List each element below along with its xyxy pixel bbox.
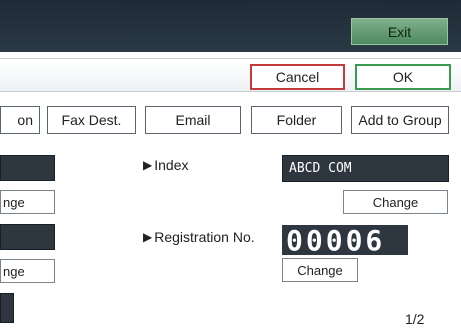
index-change-button[interactable]: Change — [343, 190, 448, 214]
arrow-right-icon: ▶ — [143, 230, 153, 244]
registration-number: 00006 — [282, 224, 408, 257]
index-label-group: ▶ Index — [143, 157, 188, 173]
cancel-button[interactable]: Cancel — [250, 64, 345, 90]
registration-label-group: ▶ Registration No. — [143, 229, 255, 245]
left-change-button-2[interactable]: nge — [0, 259, 55, 283]
registration-change-button[interactable]: Change — [282, 258, 358, 282]
page-indicator: 1/2 — [405, 311, 425, 327]
index-label: Index — [154, 157, 189, 173]
left-change-button-1[interactable]: nge — [0, 190, 55, 214]
tab-folder[interactable]: Folder — [251, 106, 342, 134]
left-field-2 — [0, 224, 55, 250]
left-field-1 — [0, 155, 55, 181]
tab-partial[interactable]: on — [0, 106, 40, 134]
index-value: ABCD COM — [282, 155, 449, 182]
left-field-3 — [0, 293, 14, 323]
registration-label: Registration No. — [154, 229, 255, 245]
ok-button[interactable]: OK — [355, 64, 451, 90]
arrow-right-icon: ▶ — [143, 158, 153, 172]
exit-button[interactable]: Exit — [351, 18, 448, 45]
tab-add-to-group[interactable]: Add to Group — [351, 106, 449, 134]
tab-email[interactable]: Email — [145, 106, 241, 134]
tab-fax-dest[interactable]: Fax Dest. — [47, 106, 136, 134]
